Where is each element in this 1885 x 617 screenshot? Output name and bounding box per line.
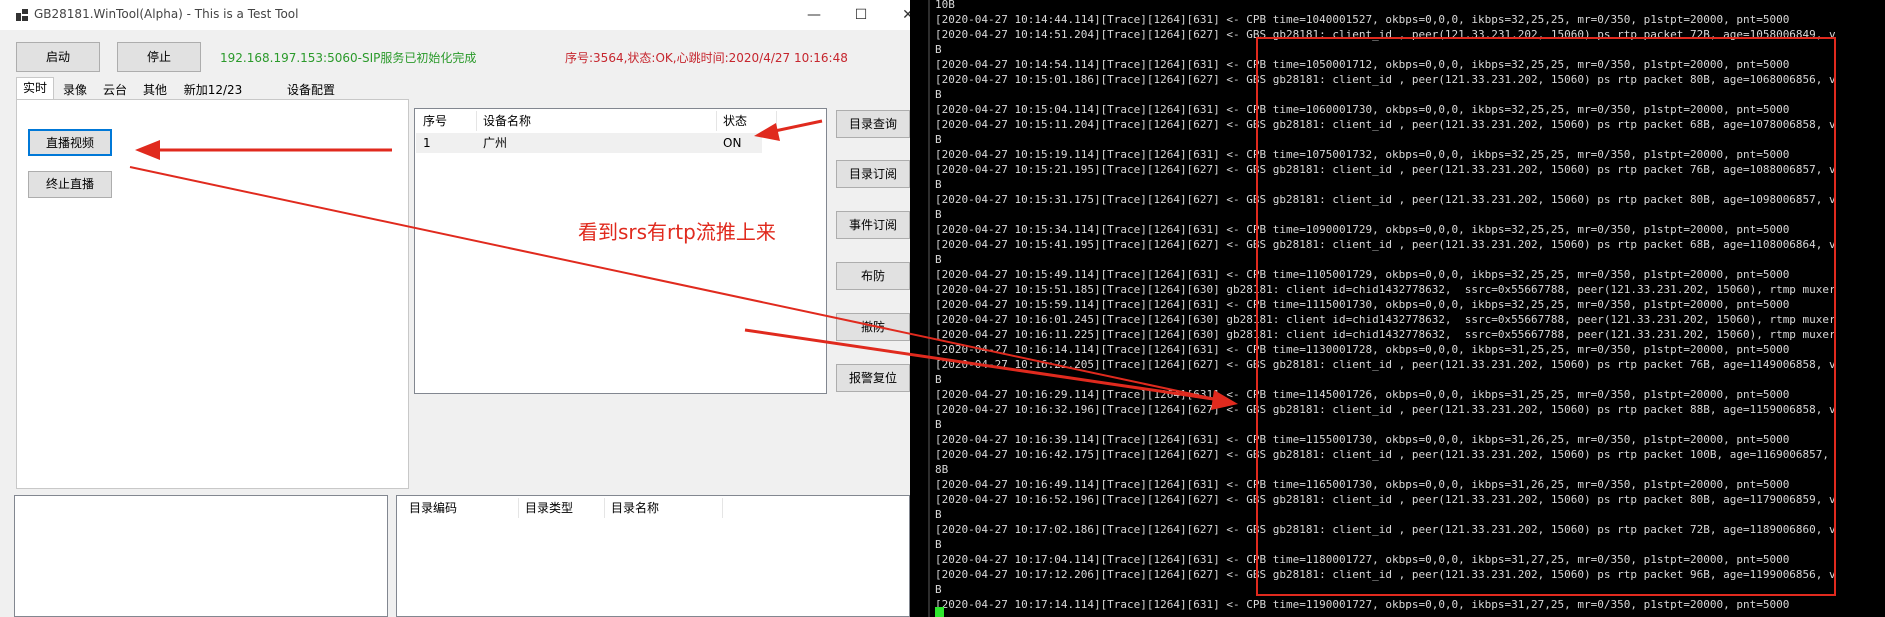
- terminal-line: [2020-04-27 10:14:51.204][Trace][1264][6…: [935, 28, 1836, 41]
- column-header-device-name[interactable]: 设备名称: [477, 111, 717, 131]
- terminal-line: B: [935, 538, 942, 551]
- column-header-status[interactable]: 状态: [717, 111, 777, 131]
- column-header-catalog-name[interactable]: 目录名称: [605, 498, 723, 518]
- terminal-line: B: [935, 178, 942, 191]
- annotation-text: 看到srs有rtp流推上来: [578, 220, 776, 244]
- terminal-line: [2020-04-27 10:17:04.114][Trace][1264][6…: [935, 553, 1790, 566]
- event-subscribe-button[interactable]: 事件订阅: [836, 211, 910, 239]
- app-window: GB28181.WinTool(Alpha) - This is a Test …: [0, 0, 914, 617]
- tab-ptz[interactable]: 云台: [96, 79, 134, 99]
- app-grid-icon: [16, 9, 28, 21]
- terminal-line: [2020-04-27 10:15:31.175][Trace][1264][6…: [935, 193, 1836, 206]
- tab-realtime[interactable]: 实时: [16, 77, 54, 99]
- window-title: GB28181.WinTool(Alpha) - This is a Test …: [34, 7, 299, 21]
- terminal-line: [2020-04-27 10:15:19.114][Trace][1264][6…: [935, 148, 1790, 161]
- terminal-line: [2020-04-27 10:14:54.114][Trace][1264][6…: [935, 58, 1790, 71]
- terminal-line: B: [935, 253, 942, 266]
- sip-status-text: 192.168.197.153:5060-SIP服务已初始化完成: [220, 51, 477, 65]
- minimize-button[interactable]: —: [791, 0, 837, 30]
- catalog-subscribe-button[interactable]: 目录订阅: [836, 160, 910, 188]
- column-header-catalog-code[interactable]: 目录编码: [403, 498, 519, 518]
- arm-button[interactable]: 布防: [836, 262, 910, 290]
- terminal-border: [928, 0, 930, 617]
- catalog-query-button[interactable]: 目录查询: [836, 110, 910, 138]
- tab-other[interactable]: 其他: [136, 79, 174, 99]
- stop-button[interactable]: 停止: [117, 42, 201, 72]
- terminal-line: [2020-04-27 10:16:42.175][Trace][1264][6…: [935, 448, 1830, 461]
- terminal-line: B: [935, 418, 942, 431]
- terminal-line: B: [935, 583, 942, 596]
- terminal-line: [2020-04-27 10:16:29.114][Trace][1264][6…: [935, 388, 1790, 401]
- terminal-line: [2020-04-27 10:15:34.114][Trace][1264][6…: [935, 223, 1790, 236]
- terminal-line: [2020-04-27 10:17:02.186][Trace][1264][6…: [935, 523, 1836, 536]
- terminal-line: [2020-04-27 10:15:11.204][Trace][1264][6…: [935, 118, 1836, 131]
- terminal-line: B: [935, 43, 942, 56]
- terminal-line: [2020-04-27 10:16:52.196][Trace][1264][6…: [935, 493, 1836, 506]
- row-index: 1: [423, 136, 431, 150]
- terminal-line: B: [935, 508, 942, 521]
- terminal-line: [2020-04-27 10:15:04.114][Trace][1264][6…: [935, 103, 1790, 116]
- terminal-line: [2020-04-27 10:15:51.185][Trace][1264][6…: [935, 283, 1836, 296]
- row-status: ON: [723, 136, 742, 150]
- terminal-line: [2020-04-27 10:16:01.245][Trace][1264][6…: [935, 313, 1836, 326]
- terminal-line: [2020-04-27 10:15:59.114][Trace][1264][6…: [935, 298, 1790, 311]
- terminal-line: [2020-04-27 10:15:01.186][Trace][1264][6…: [935, 73, 1836, 86]
- alarm-reset-button[interactable]: 报警复位: [836, 364, 910, 392]
- terminal-line: [2020-04-27 10:16:39.114][Trace][1264][6…: [935, 433, 1790, 446]
- terminal-line: [2020-04-27 10:16:22.205][Trace][1264][6…: [935, 358, 1836, 371]
- terminal-line: [2020-04-27 10:15:49.114][Trace][1264][6…: [935, 268, 1790, 281]
- terminal-line: B: [935, 133, 942, 146]
- tab-recording[interactable]: 录像: [56, 79, 94, 99]
- terminal-line: [2020-04-27 10:16:49.114][Trace][1264][6…: [935, 478, 1790, 491]
- disarm-button[interactable]: 撤防: [836, 313, 910, 341]
- tab-new-12-23[interactable]: 新加12/23: [180, 79, 246, 99]
- terminal-log: 10B [2020-04-27 10:14:44.114][Trace][1264…: [935, 0, 1885, 612]
- terminal-line: B: [935, 88, 942, 101]
- row-device-name: 广州: [483, 136, 508, 150]
- terminal-line: [2020-04-27 10:14:44.114][Trace][1264][6…: [935, 13, 1790, 26]
- catalog-table: 目录编码 目录类型 目录名称: [396, 495, 910, 617]
- column-header-catalog-type[interactable]: 目录类型: [519, 498, 605, 518]
- terminal-line: [2020-04-27 10:16:11.225][Trace][1264][6…: [935, 328, 1836, 341]
- live-play-button[interactable]: 直播视频: [28, 129, 112, 156]
- terminal-line: [2020-04-27 10:15:41.195][Trace][1264][6…: [935, 238, 1836, 251]
- terminal-line: [2020-04-27 10:16:32.196][Trace][1264][6…: [935, 403, 1836, 416]
- log-panel: [14, 495, 388, 617]
- terminal-line: [2020-04-27 10:17:14.114][Trace][1264][6…: [935, 598, 1790, 611]
- heartbeat-status-text: 序号:3564,状态:OK,心跳时间:2020/4/27 10:16:48: [565, 51, 848, 65]
- device-table: 序号 设备名称 状态 1 广州 ON: [414, 108, 827, 394]
- terminal-line: B: [935, 208, 942, 221]
- column-header-index[interactable]: 序号: [417, 111, 477, 131]
- tab-device-config[interactable]: 设备配置: [280, 79, 342, 99]
- realtime-tab-panel: 直播视频 终止直播: [16, 99, 409, 489]
- terminal-line: 8B: [935, 463, 949, 476]
- terminal-line: [2020-04-27 10:17:12.206][Trace][1264][6…: [935, 568, 1836, 581]
- terminal-line: B: [935, 373, 942, 386]
- terminal-line: [2020-04-27 10:15:21.195][Trace][1264][6…: [935, 163, 1836, 176]
- terminal-cursor: [935, 607, 944, 617]
- title-bar: GB28181.WinTool(Alpha) - This is a Test …: [0, 0, 914, 30]
- start-button[interactable]: 启动: [16, 42, 100, 72]
- maximize-button[interactable]: ☐: [838, 0, 884, 30]
- terminal-line: [2020-04-27 10:16:14.114][Trace][1264][6…: [935, 343, 1790, 356]
- live-stop-button[interactable]: 终止直播: [28, 171, 112, 198]
- terminal-line: 10B: [935, 0, 955, 11]
- table-row[interactable]: 1 广州 ON: [416, 133, 762, 153]
